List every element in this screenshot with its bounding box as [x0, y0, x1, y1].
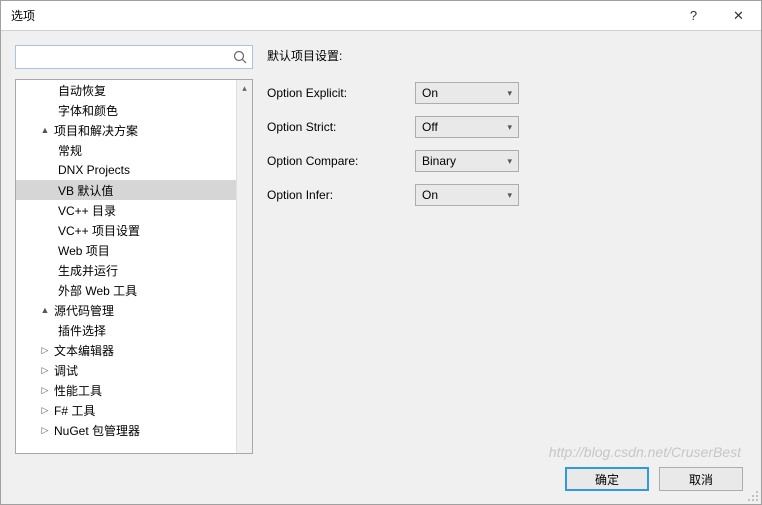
tree-item[interactable]: VC++ 目录: [16, 200, 236, 220]
setting-row: Option Infer: On ▾: [267, 184, 747, 206]
expand-icon[interactable]: ▷: [38, 345, 52, 356]
options-dialog: 选项 ? ✕ 自动恢复字体和颜色▲项目和解决方案常规DNX ProjectsVB…: [0, 0, 762, 505]
category-tree-container: 自动恢复字体和颜色▲项目和解决方案常规DNX ProjectsVB 默认值VC+…: [15, 79, 253, 454]
tree-item[interactable]: VB 默认值: [16, 180, 236, 200]
tree-item[interactable]: ▷NuGet 包管理器: [16, 420, 236, 440]
close-button[interactable]: ✕: [716, 1, 761, 31]
select-value: Off: [422, 120, 438, 134]
tree-item[interactable]: DNX Projects: [16, 160, 236, 180]
window-title: 选项: [11, 7, 671, 24]
tree-item[interactable]: Web 项目: [16, 240, 236, 260]
tree-item[interactable]: 生成并运行: [16, 260, 236, 280]
chevron-down-icon: ▾: [507, 88, 512, 99]
tree-item[interactable]: ▲源代码管理: [16, 300, 236, 320]
setting-select[interactable]: Binary ▾: [415, 150, 519, 172]
dialog-footer: 确定 取消: [1, 454, 761, 504]
cancel-button[interactable]: 取消: [659, 467, 743, 491]
search-icon: [232, 49, 248, 65]
category-tree[interactable]: 自动恢复字体和颜色▲项目和解决方案常规DNX ProjectsVB 默认值VC+…: [16, 80, 236, 453]
select-value: Binary: [422, 154, 456, 168]
tree-item-label: 字体和颜色: [56, 102, 118, 119]
tree-item-label: VB 默认值: [56, 182, 113, 199]
tree-item[interactable]: ▷F# 工具: [16, 400, 236, 420]
expand-icon[interactable]: ▷: [38, 385, 52, 396]
tree-item[interactable]: 字体和颜色: [16, 100, 236, 120]
dialog-body: 自动恢复字体和颜色▲项目和解决方案常规DNX ProjectsVB 默认值VC+…: [1, 31, 761, 454]
chevron-down-icon: ▾: [507, 122, 512, 133]
setting-select[interactable]: On ▾: [415, 184, 519, 206]
tree-item-label: 调试: [52, 362, 78, 379]
tree-item-label: NuGet 包管理器: [52, 422, 140, 439]
tree-item-label: DNX Projects: [56, 163, 130, 177]
setting-row: Option Explicit: On ▾: [267, 82, 747, 104]
scroll-up-icon[interactable]: ▴: [237, 80, 252, 96]
tree-item-label: 文本编辑器: [52, 342, 114, 359]
tree-item[interactable]: 外部 Web 工具: [16, 280, 236, 300]
select-value: On: [422, 86, 438, 100]
tree-item[interactable]: 常规: [16, 140, 236, 160]
expand-icon[interactable]: ▷: [38, 405, 52, 416]
tree-item-label: 性能工具: [52, 382, 102, 399]
setting-label: Option Explicit:: [267, 86, 415, 100]
search-input[interactable]: [20, 47, 232, 67]
setting-select[interactable]: Off ▾: [415, 116, 519, 138]
setting-row: Option Compare: Binary ▾: [267, 150, 747, 172]
tree-item-label: VC++ 项目设置: [56, 222, 140, 239]
tree-item[interactable]: ▷调试: [16, 360, 236, 380]
ok-button[interactable]: 确定: [565, 467, 649, 491]
tree-item-label: VC++ 目录: [56, 202, 116, 219]
tree-item-label: Web 项目: [56, 242, 110, 259]
setting-select[interactable]: On ▾: [415, 82, 519, 104]
tree-item-label: 自动恢复: [56, 82, 106, 99]
right-pane: 默认项目设置: Option Explicit:On▾Option Strict…: [267, 45, 747, 454]
left-pane: 自动恢复字体和颜色▲项目和解决方案常规DNX ProjectsVB 默认值VC+…: [15, 45, 253, 454]
setting-label: Option Strict:: [267, 120, 415, 134]
tree-item-label: 常规: [56, 142, 82, 159]
tree-item[interactable]: VC++ 项目设置: [16, 220, 236, 240]
tree-item-label: 项目和解决方案: [52, 122, 138, 139]
chevron-down-icon: ▾: [507, 156, 512, 167]
resize-grip-icon[interactable]: [747, 490, 759, 502]
tree-item[interactable]: ▲项目和解决方案: [16, 120, 236, 140]
titlebar: 选项 ? ✕: [1, 1, 761, 31]
setting-label: Option Compare:: [267, 154, 415, 168]
expand-icon[interactable]: ▷: [38, 425, 52, 436]
tree-item[interactable]: ▷文本编辑器: [16, 340, 236, 360]
collapse-icon[interactable]: ▲: [38, 125, 52, 135]
tree-item-label: F# 工具: [52, 402, 95, 419]
setting-label: Option Infer:: [267, 188, 415, 202]
search-box[interactable]: [15, 45, 253, 69]
tree-item[interactable]: 插件选择: [16, 320, 236, 340]
chevron-down-icon: ▾: [507, 190, 512, 201]
settings-heading: 默认项目设置:: [267, 47, 747, 64]
tree-scrollbar[interactable]: ▴: [236, 80, 252, 453]
settings-form: Option Explicit:On▾Option Strict:Off▾Opt…: [267, 82, 747, 206]
collapse-icon[interactable]: ▲: [38, 305, 52, 315]
tree-item-label: 生成并运行: [56, 262, 118, 279]
tree-item-label: 外部 Web 工具: [56, 282, 137, 299]
expand-icon[interactable]: ▷: [38, 365, 52, 376]
setting-row: Option Strict: Off ▾: [267, 116, 747, 138]
tree-item-label: 源代码管理: [52, 302, 114, 319]
tree-item[interactable]: 自动恢复: [16, 80, 236, 100]
help-button[interactable]: ?: [671, 1, 716, 31]
tree-item-label: 插件选择: [56, 322, 106, 339]
tree-item[interactable]: ▷性能工具: [16, 380, 236, 400]
select-value: On: [422, 188, 438, 202]
